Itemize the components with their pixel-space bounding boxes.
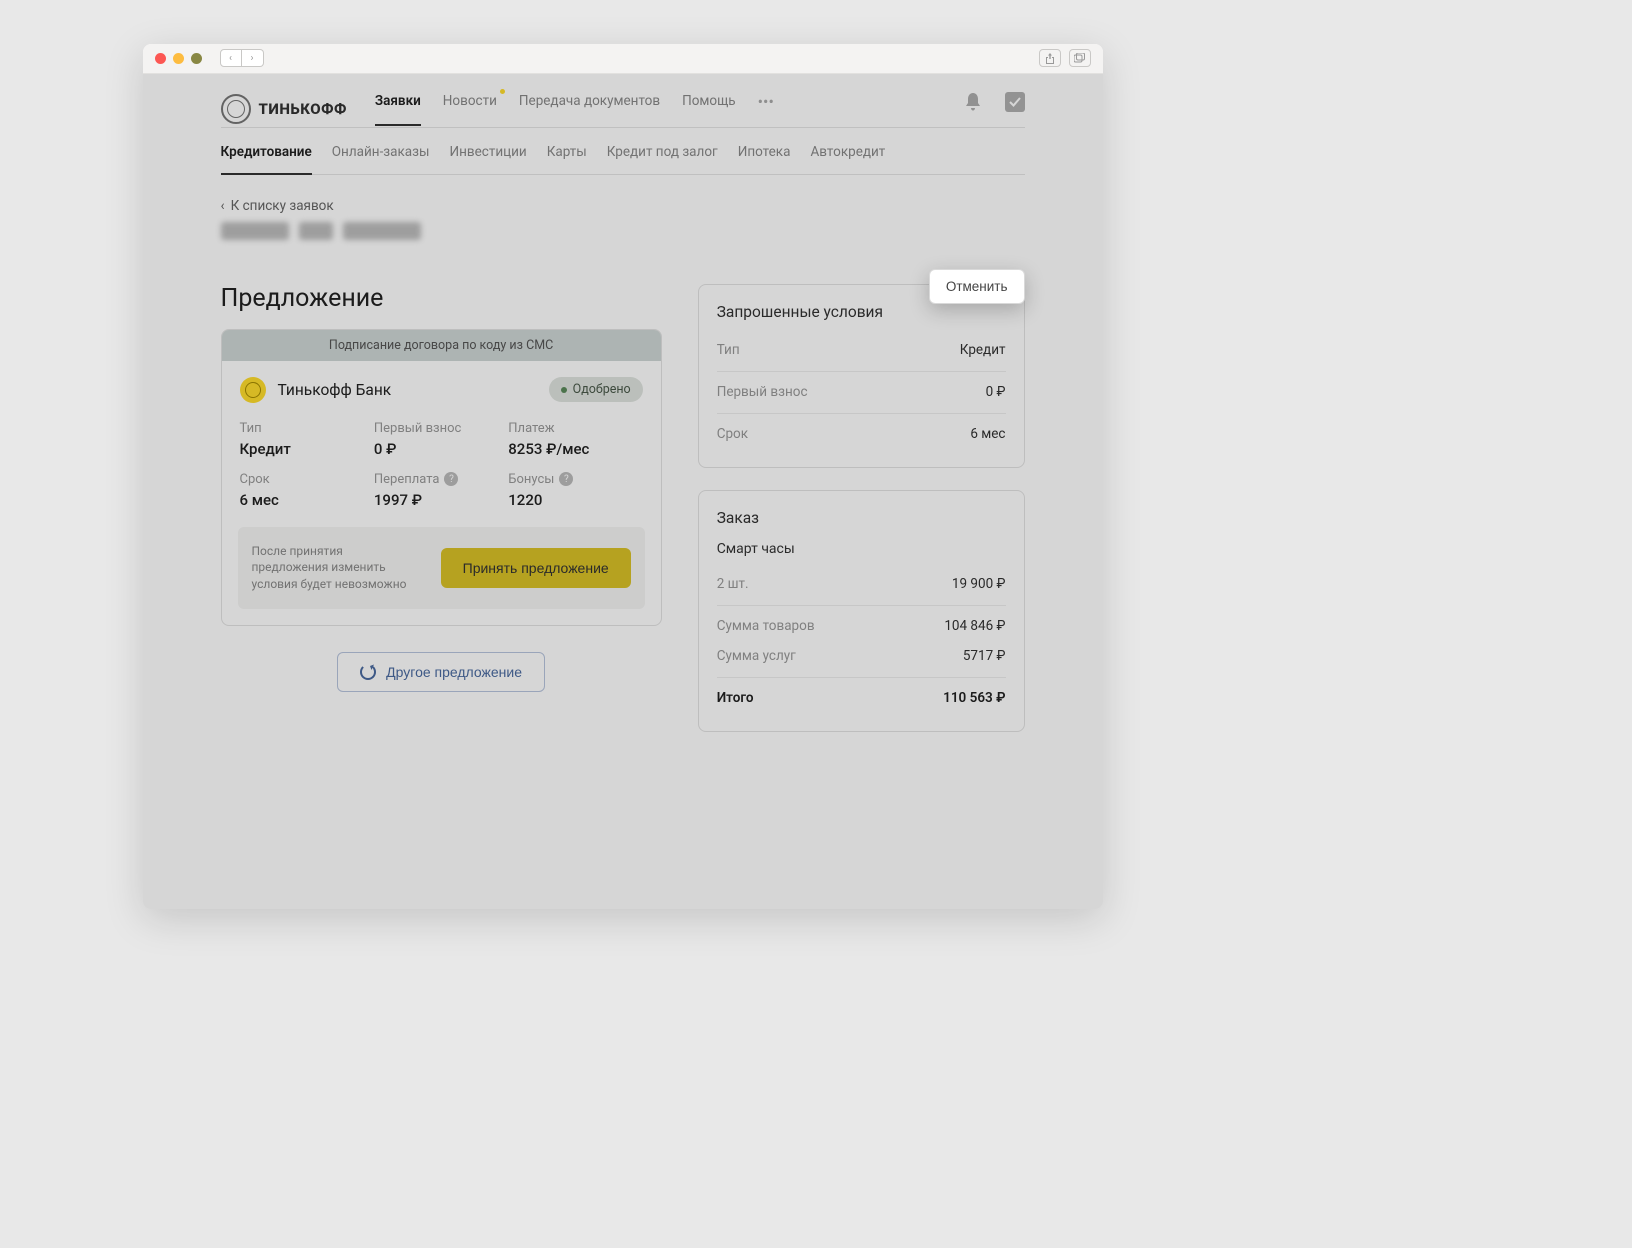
traffic-lights [155, 53, 202, 64]
back-arrow-icon[interactable]: ‹ [220, 49, 242, 67]
offer-card: Подписание договора по коду из СМС Тиньк… [221, 329, 662, 626]
subnav-investments[interactable]: Инвестиции [449, 144, 526, 174]
nav-documents[interactable]: Передача документов [519, 93, 660, 125]
subnav-mortgage[interactable]: Ипотека [738, 144, 791, 174]
first-payment-value: 0 ₽ [374, 440, 508, 458]
nav-more-icon[interactable]: ••• [758, 92, 774, 127]
requested-conditions-card: Запрошенные условия ТипКредит Первый взн… [698, 284, 1025, 468]
logo-icon [221, 94, 251, 124]
order-title: Заказ [717, 509, 1006, 527]
term-value: 6 мес [240, 491, 374, 509]
subnav-cards[interactable]: Карты [547, 144, 587, 174]
bell-icon[interactable] [965, 93, 981, 111]
sub-nav: Кредитование Онлайн-заказы Инвестиции Ка… [221, 128, 1025, 175]
accept-offer-button[interactable]: Принять предложение [441, 548, 631, 588]
bonus-label: Бонусы ? [508, 472, 642, 487]
fwd-arrow-icon[interactable]: › [242, 49, 264, 67]
bank-name: Тинькофф Банк [278, 381, 392, 399]
type-value: Кредит [240, 440, 374, 458]
chevron-left-icon: ‹ [221, 198, 225, 214]
accept-warning: После принятия предложения изменить усло… [252, 543, 417, 593]
page-title: Предложение [221, 284, 662, 313]
payment-label: Платеж [508, 421, 642, 436]
redacted-name [221, 222, 1025, 240]
minimize-dot[interactable] [173, 53, 184, 64]
help-icon[interactable]: ? [444, 472, 458, 486]
browser-window: ‹ › ТИНЬКОФФ Заявки Новости Передача док… [143, 44, 1103, 909]
top-nav: ТИНЬКОФФ Заявки Новости Передача докумен… [221, 74, 1025, 128]
subnav-secured-credit[interactable]: Кредит под залог [607, 144, 718, 174]
term-label: Срок [240, 472, 374, 487]
zoom-dot[interactable] [191, 53, 202, 64]
back-link-label: К списку заявок [231, 198, 334, 214]
brand-logo[interactable]: ТИНЬКОФФ [221, 94, 347, 124]
nav-applications[interactable]: Заявки [375, 93, 421, 125]
bonus-value: 1220 [508, 491, 642, 509]
titlebar: ‹ › [143, 44, 1103, 74]
share-icon[interactable] [1039, 49, 1061, 67]
subnav-credit[interactable]: Кредитование [221, 144, 312, 174]
order-item-name: Смарт часы [717, 541, 1006, 557]
sms-banner: Подписание договора по коду из СМС [222, 330, 661, 361]
brand-name: ТИНЬКОФФ [259, 100, 347, 118]
payment-value: 8253 ₽/мес [508, 440, 642, 458]
requested-title: Запрошенные условия [717, 303, 1006, 321]
close-dot[interactable] [155, 53, 166, 64]
bank-logo-icon [240, 377, 266, 403]
order-card: Заказ Смарт часы 2 шт.19 900 ₽ Сумма тов… [698, 490, 1025, 732]
nav-arrows: ‹ › [220, 49, 264, 67]
subnav-online-orders[interactable]: Онлайн-заказы [332, 144, 430, 174]
overpay-value: 1997 ₽ [374, 491, 508, 509]
help-icon[interactable]: ? [559, 472, 573, 486]
nav-help[interactable]: Помощь [682, 93, 736, 125]
status-badge: Одобрено [549, 377, 643, 402]
other-offer-button[interactable]: Другое предложение [337, 652, 545, 692]
tabs-icon[interactable] [1069, 49, 1091, 67]
checkbox-icon[interactable] [1005, 92, 1025, 112]
nav-news[interactable]: Новости [443, 93, 497, 125]
subnav-autocredit[interactable]: Автокредит [810, 144, 885, 174]
other-offer-label: Другое предложение [386, 664, 522, 680]
first-payment-label: Первый взнос [374, 421, 508, 436]
overpay-label: Переплата ? [374, 472, 508, 487]
cancel-button[interactable]: Отменить [929, 269, 1025, 304]
back-to-list-link[interactable]: ‹ К списку заявок [221, 198, 334, 214]
type-label: Тип [240, 421, 374, 436]
refresh-icon [360, 664, 376, 680]
